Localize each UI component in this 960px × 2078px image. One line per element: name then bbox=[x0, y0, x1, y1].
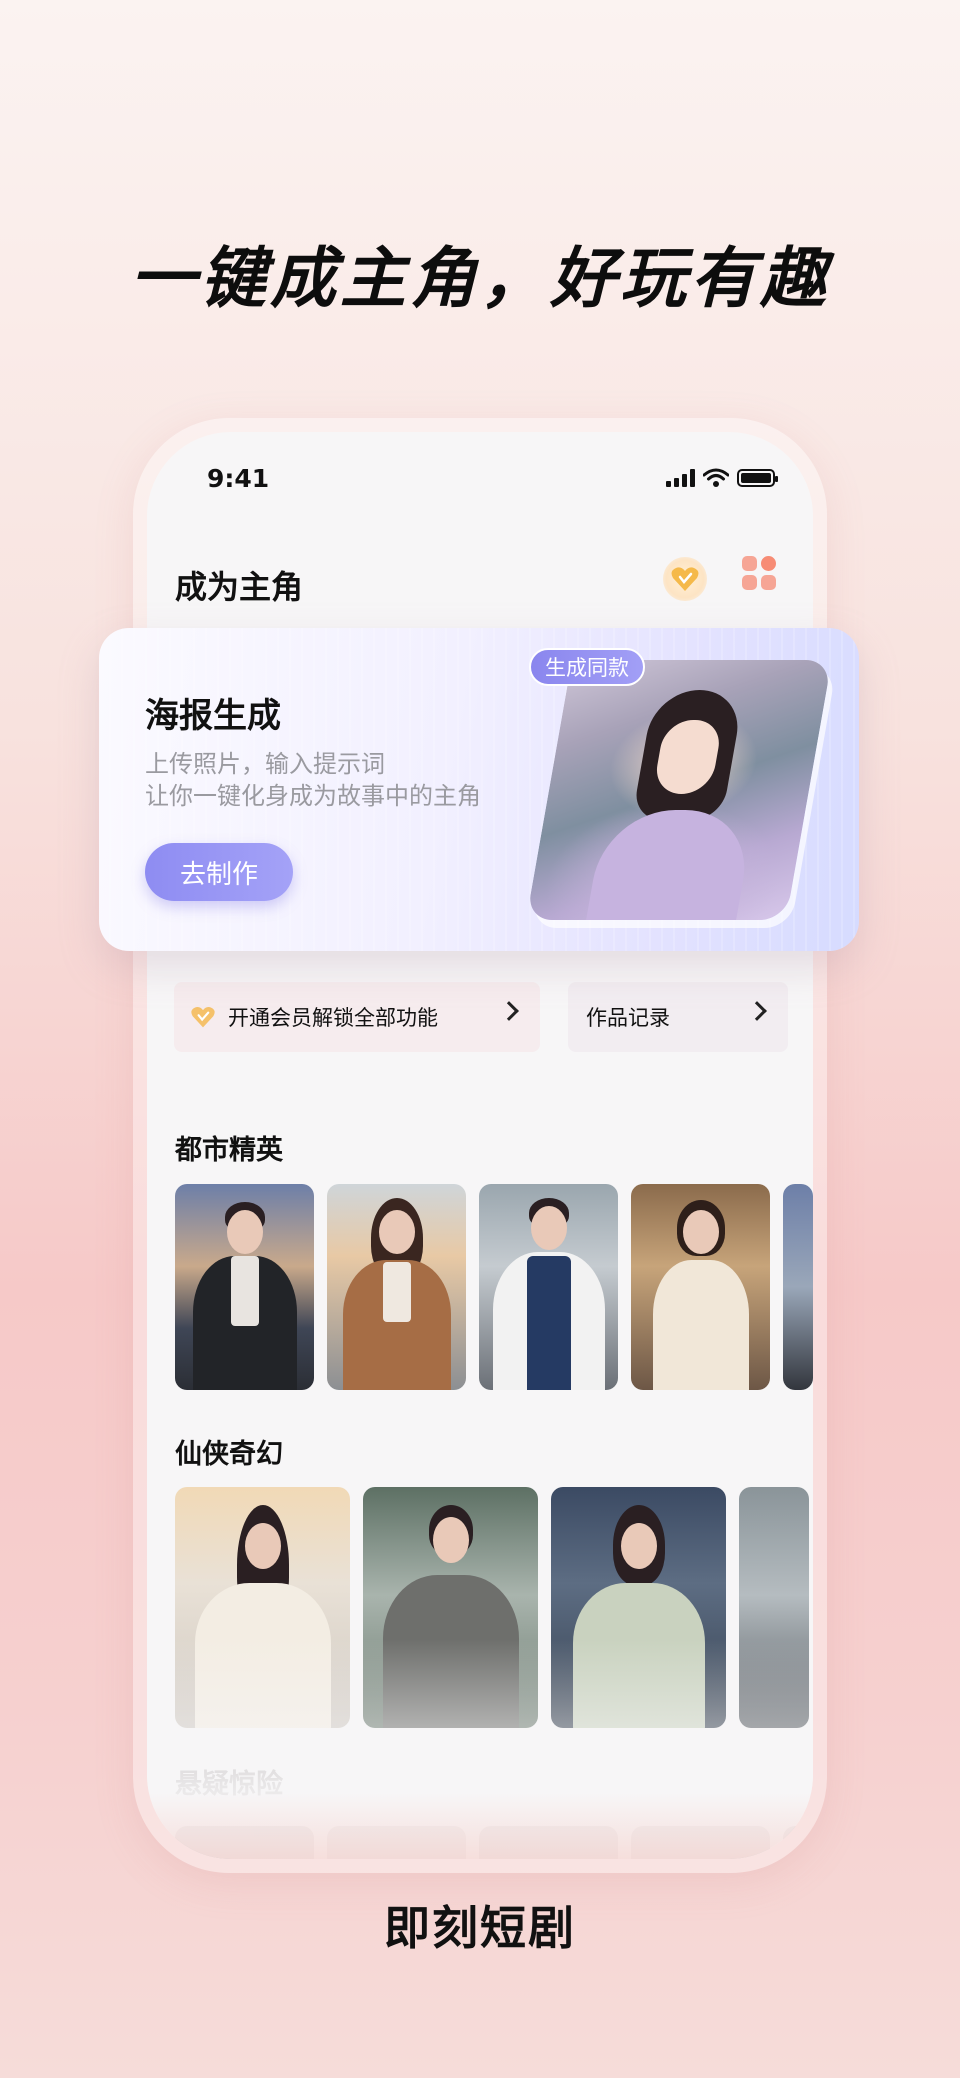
poster-preview-image[interactable] bbox=[526, 660, 832, 920]
works-record-bar[interactable]: 作品记录 bbox=[568, 982, 788, 1052]
works-record-label: 作品记录 bbox=[586, 1006, 670, 1030]
make-button[interactable]: 去制作 bbox=[145, 843, 293, 901]
fantasy-thumbnail-partial[interactable] bbox=[739, 1487, 809, 1728]
wifi-icon bbox=[703, 468, 729, 487]
status-icons bbox=[666, 468, 778, 488]
poster-generation-banner[interactable]: 海报生成 上传照片，输入提示词 让你一键化身成为故事中的主角 去制作 生成同款 bbox=[99, 628, 859, 951]
chevron-right-icon bbox=[747, 1001, 767, 1021]
banner-desc-line-1: 上传照片，输入提示词 bbox=[145, 750, 385, 778]
vip-unlock-label: 开通会员解锁全部功能 bbox=[228, 1006, 438, 1030]
urban-thumbnail[interactable] bbox=[175, 1184, 314, 1390]
status-time: 9:41 bbox=[207, 464, 270, 493]
suspense-thumbnail[interactable] bbox=[479, 1826, 618, 1859]
urban-thumbnail-row bbox=[175, 1184, 813, 1390]
section-title-suspense: 悬疑惊险 bbox=[175, 1769, 283, 1800]
fantasy-thumbnail[interactable] bbox=[363, 1487, 538, 1728]
suspense-thumbnail[interactable] bbox=[175, 1826, 314, 1859]
fantasy-thumbnail-row bbox=[175, 1487, 809, 1728]
signal-icon bbox=[666, 469, 695, 487]
suspense-thumbnail[interactable] bbox=[327, 1826, 466, 1859]
urban-thumbnail-partial[interactable] bbox=[783, 1184, 813, 1390]
vip-heart-icon[interactable] bbox=[663, 557, 707, 601]
fantasy-thumbnail[interactable] bbox=[175, 1487, 350, 1728]
generate-same-tag[interactable]: 生成同款 bbox=[529, 648, 645, 686]
vip-heart-small-icon bbox=[191, 1006, 215, 1028]
suspense-thumbnail-row bbox=[175, 1826, 813, 1859]
battery-icon bbox=[737, 469, 778, 487]
suspense-thumbnail[interactable] bbox=[631, 1826, 770, 1859]
quick-actions bbox=[175, 1401, 789, 1471]
suspense-thumbnail-partial[interactable] bbox=[783, 1826, 813, 1859]
quick-actions-row: 开通会员解锁全部功能 作品记录 bbox=[174, 982, 788, 1052]
fantasy-thumbnail[interactable] bbox=[551, 1487, 726, 1728]
banner-desc-line-2: 让你一键化身成为故事中的主角 bbox=[145, 782, 481, 810]
urban-thumbnail[interactable] bbox=[631, 1184, 770, 1390]
urban-thumbnail[interactable] bbox=[479, 1184, 618, 1390]
chevron-right-icon bbox=[499, 1001, 519, 1021]
vip-unlock-bar[interactable]: 开通会员解锁全部功能 bbox=[174, 982, 540, 1052]
banner-description: 上传照片，输入提示词 让你一键化身成为故事中的主角 bbox=[145, 748, 481, 812]
page-title: 成为主角 bbox=[175, 568, 304, 606]
urban-thumbnail[interactable] bbox=[327, 1184, 466, 1390]
poster-figure-body bbox=[582, 810, 756, 920]
banner-title: 海报生成 bbox=[145, 696, 281, 736]
headline: 一键成主角，好玩有趣 bbox=[130, 240, 830, 317]
apps-grid-icon[interactable] bbox=[742, 556, 776, 590]
section-title-urban: 都市精英 bbox=[175, 1135, 283, 1166]
app-name-label: 即刻短剧 bbox=[384, 1901, 576, 1955]
